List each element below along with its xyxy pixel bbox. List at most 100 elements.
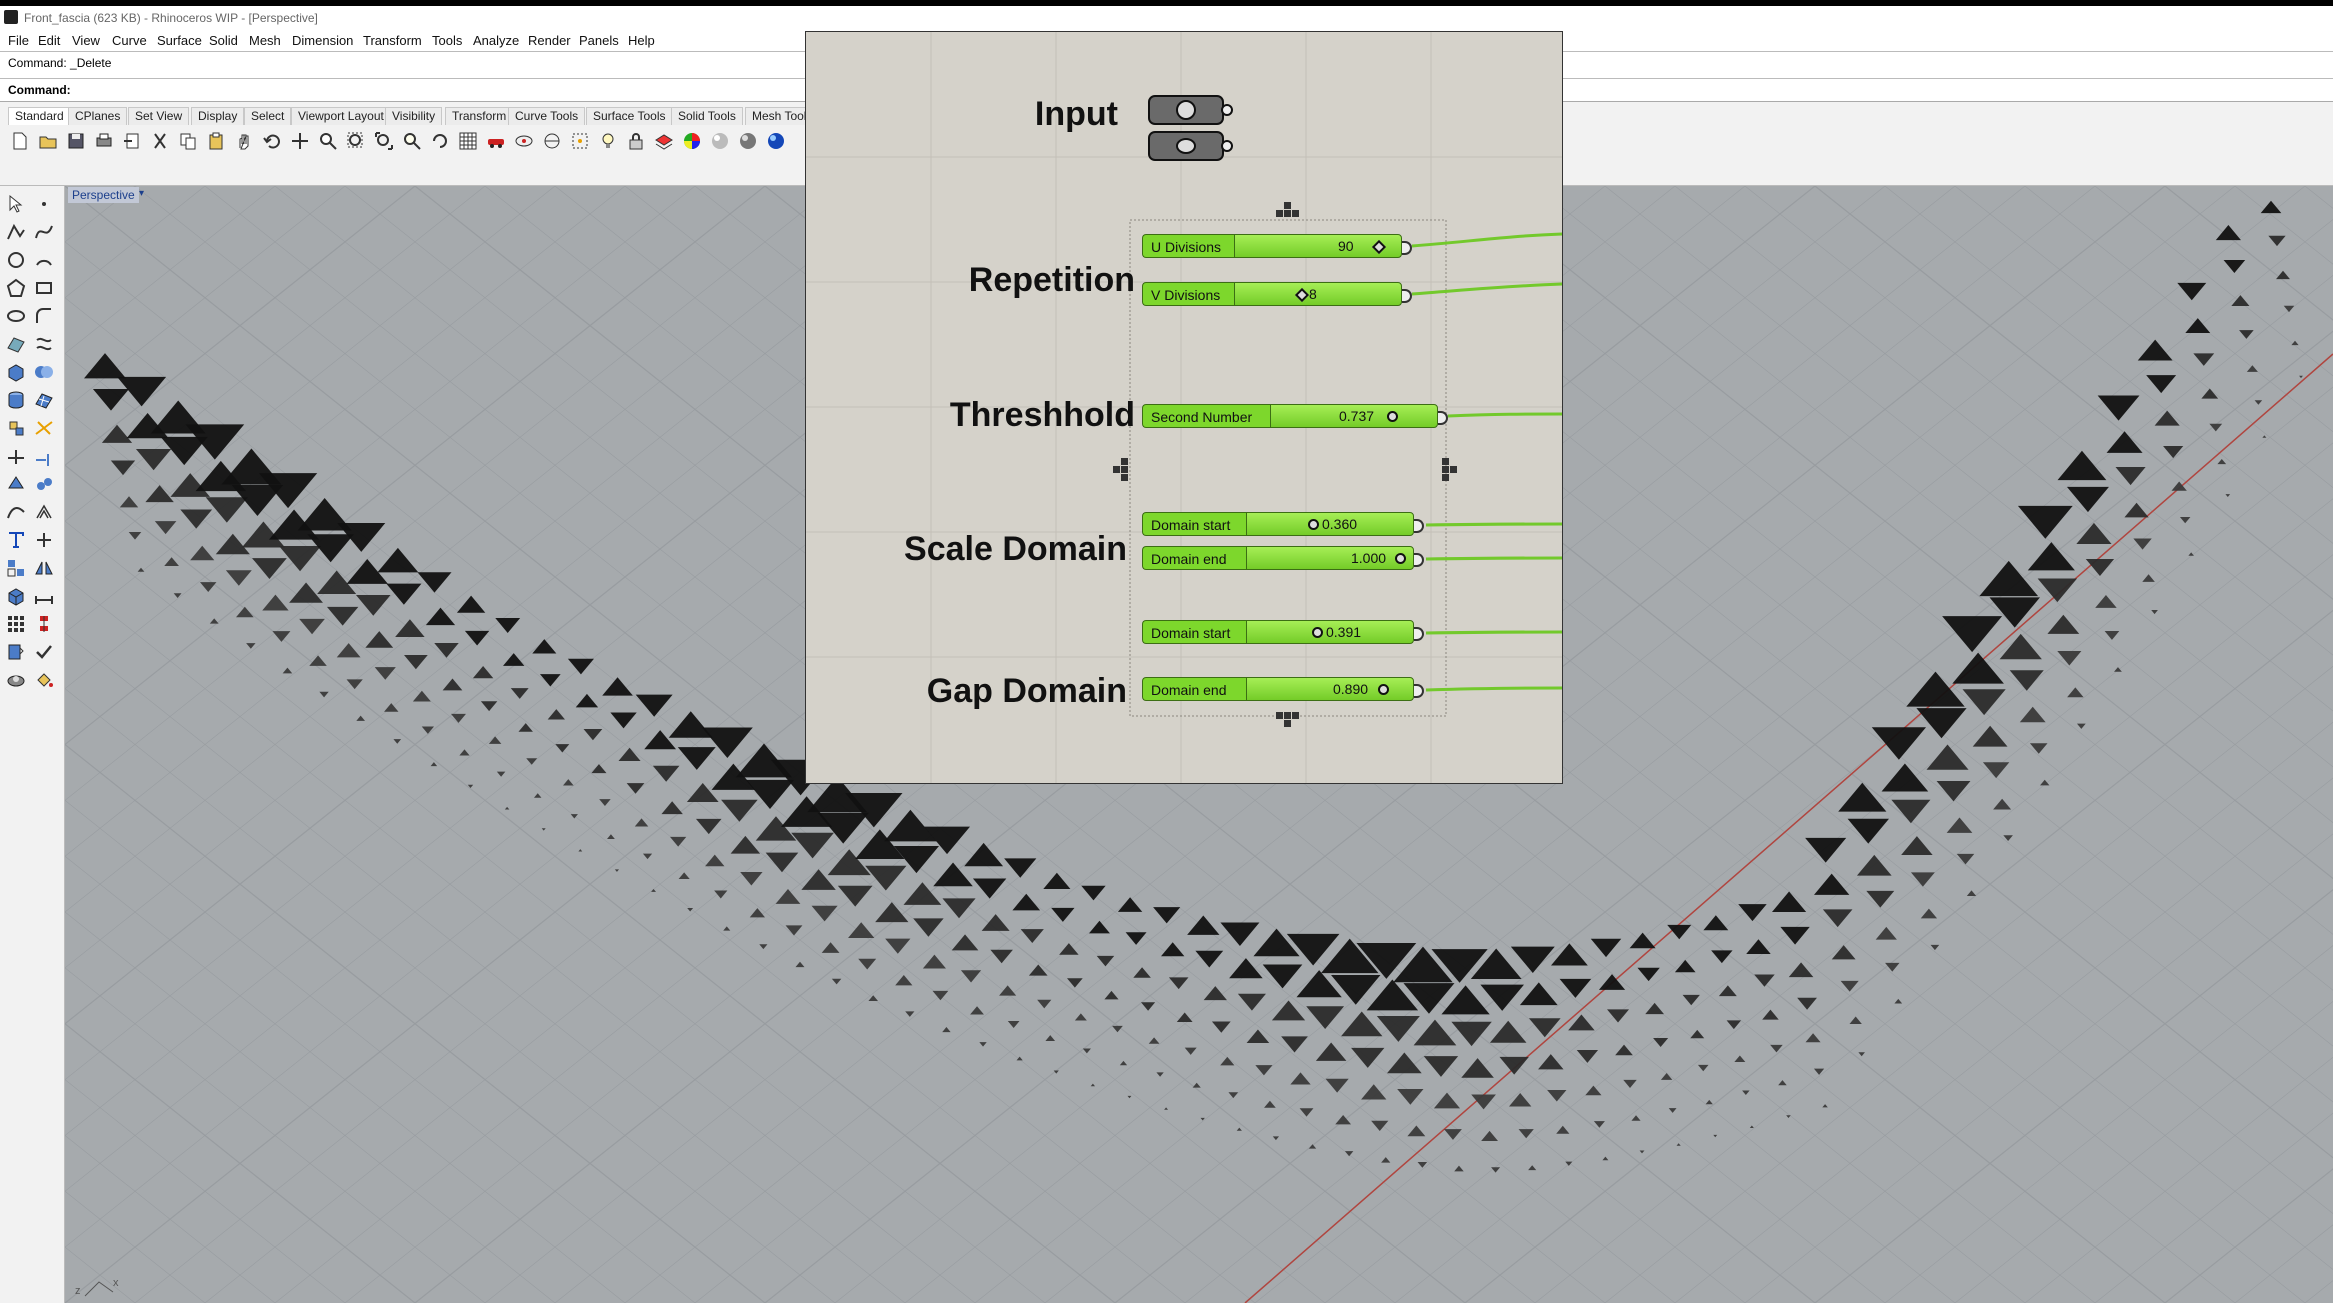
trim-icon[interactable]: [34, 418, 54, 438]
cylinder-icon[interactable]: [6, 390, 26, 410]
menu-view[interactable]: View: [72, 33, 100, 48]
tab-cplanes[interactable]: CPlanes: [68, 107, 128, 125]
slider-grip-icon[interactable]: [1312, 627, 1323, 638]
cut-icon[interactable]: [150, 131, 170, 151]
tab-set-view[interactable]: Set View: [128, 107, 190, 125]
grasshopper-canvas[interactable]: Input Repetition Threshhold Scale Domain…: [805, 31, 1563, 784]
undo-icon[interactable]: [262, 131, 282, 151]
analyze-icon[interactable]: [6, 642, 26, 662]
circle-icon[interactable]: [6, 250, 26, 270]
select-points-icon[interactable]: [570, 131, 590, 151]
split-icon[interactable]: [6, 446, 26, 466]
mirror-icon[interactable]: [34, 558, 54, 578]
render-sphere-icon[interactable]: [738, 131, 758, 151]
zoom-window-icon[interactable]: [346, 131, 366, 151]
loft-icon[interactable]: [34, 334, 54, 354]
point-icon[interactable]: [34, 194, 54, 214]
material-sphere-icon[interactable]: [710, 131, 730, 151]
offset-curve-icon[interactable]: [34, 502, 54, 522]
lock-icon[interactable]: [626, 131, 646, 151]
align-icon[interactable]: [34, 614, 54, 634]
slider-grip-icon[interactable]: [1378, 684, 1389, 695]
menu-render[interactable]: Render: [528, 33, 571, 48]
input-geometry-icon[interactable]: [1148, 131, 1233, 161]
boolean-icon[interactable]: [34, 362, 54, 382]
named-view-icon[interactable]: [514, 131, 534, 151]
menu-tools[interactable]: Tools: [432, 33, 462, 48]
slider-track[interactable]: [1234, 282, 1402, 306]
render-icon[interactable]: [6, 670, 26, 690]
extend-icon[interactable]: [34, 446, 54, 466]
zoom-selected-icon[interactable]: [402, 131, 422, 151]
polygon-icon[interactable]: [6, 278, 26, 298]
viewport-grid-icon[interactable]: [458, 131, 478, 151]
explode-icon[interactable]: [6, 418, 26, 438]
save-icon[interactable]: [66, 131, 86, 151]
menu-help[interactable]: Help: [628, 33, 655, 48]
fillet-icon[interactable]: [34, 306, 54, 326]
render-blue-sphere-icon[interactable]: [766, 131, 786, 151]
print-icon[interactable]: [94, 131, 114, 151]
paste-icon[interactable]: [206, 131, 226, 151]
cap-icon[interactable]: [6, 474, 26, 494]
mesh-icon[interactable]: [34, 390, 54, 410]
layer-icon[interactable]: [654, 131, 674, 151]
dimension-icon[interactable]: [34, 586, 54, 606]
tab-solid-tools[interactable]: Solid Tools: [671, 107, 743, 125]
paint-bucket-icon[interactable]: [34, 670, 54, 690]
tab-display[interactable]: Display: [191, 107, 245, 125]
menu-analyze[interactable]: Analyze: [473, 33, 519, 48]
arc-icon[interactable]: [34, 250, 54, 270]
menu-edit[interactable]: Edit: [38, 33, 60, 48]
lightbulb-icon[interactable]: [598, 131, 618, 151]
viewport-menu-arrow-icon[interactable]: ▾: [139, 188, 144, 199]
cplane-icon[interactable]: [542, 131, 562, 151]
tab-visibility[interactable]: Visibility: [385, 107, 443, 125]
menu-surface[interactable]: Surface: [157, 33, 202, 48]
solid-box-icon[interactable]: [6, 586, 26, 606]
check-icon[interactable]: [34, 642, 54, 662]
slider-grip-icon[interactable]: [1387, 411, 1398, 422]
color-wheel-icon[interactable]: [682, 131, 702, 151]
open-folder-icon[interactable]: [38, 131, 58, 151]
rebuild-curve-icon[interactable]: [6, 502, 26, 522]
pan-hand-icon[interactable]: [234, 131, 254, 151]
slider-track[interactable]: [1246, 546, 1414, 570]
drag-handle-icon[interactable]: [1113, 202, 1457, 727]
box-icon[interactable]: [6, 362, 26, 382]
slider-grip-icon[interactable]: [1308, 519, 1319, 530]
rectangle-icon[interactable]: [34, 278, 54, 298]
ellipse-icon[interactable]: [6, 306, 26, 326]
menu-curve[interactable]: Curve: [112, 33, 147, 48]
zoom-icon[interactable]: [318, 131, 338, 151]
select-arrow-icon[interactable]: [6, 194, 26, 214]
menu-solid[interactable]: Solid: [209, 33, 238, 48]
tab-viewport-layout[interactable]: Viewport Layout: [291, 107, 391, 125]
array-icon[interactable]: [6, 614, 26, 634]
input-param-icon[interactable]: [1148, 95, 1233, 125]
copy-icon[interactable]: [178, 131, 198, 151]
tab-select[interactable]: Select: [244, 107, 292, 125]
group-icon[interactable]: [6, 558, 26, 578]
polyline-icon[interactable]: [6, 222, 26, 242]
transform-icon[interactable]: [34, 530, 54, 550]
curve-icon[interactable]: [34, 222, 54, 242]
text-icon[interactable]: [6, 530, 26, 550]
shell-icon[interactable]: [34, 474, 54, 494]
surface-icon[interactable]: [6, 334, 26, 354]
menu-file[interactable]: File: [8, 33, 29, 48]
menu-transform[interactable]: Transform: [363, 33, 422, 48]
rotate-view-icon[interactable]: [430, 131, 450, 151]
car-icon[interactable]: [486, 131, 506, 151]
menu-mesh[interactable]: Mesh: [249, 33, 281, 48]
tab-curve-tools[interactable]: Curve Tools: [508, 107, 586, 125]
menu-panels[interactable]: Panels: [579, 33, 619, 48]
viewport-label[interactable]: Perspective: [68, 187, 139, 203]
tab-surface-tools[interactable]: Surface Tools: [586, 107, 673, 125]
tab-standard[interactable]: Standard: [8, 107, 71, 125]
import-icon[interactable]: [122, 131, 142, 151]
tab-transform[interactable]: Transform: [445, 107, 514, 125]
zoom-extents-icon[interactable]: [374, 131, 394, 151]
new-file-icon[interactable]: [10, 131, 30, 151]
move-view-icon[interactable]: [290, 131, 310, 151]
